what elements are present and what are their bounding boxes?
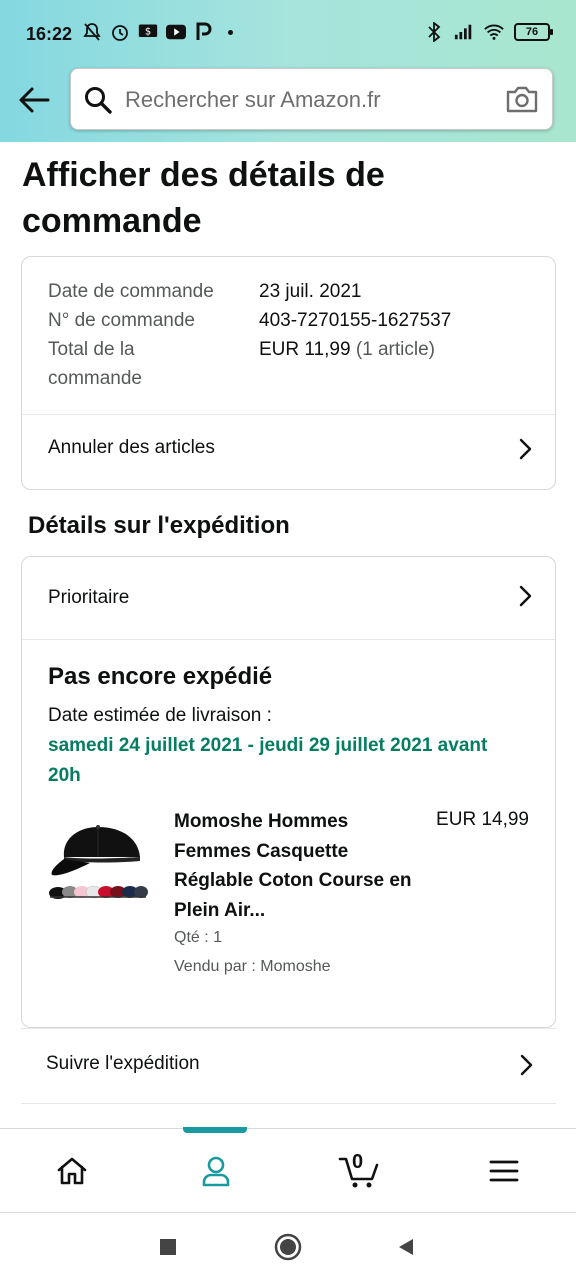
square-icon bbox=[160, 1239, 176, 1255]
mute-bell-icon bbox=[82, 22, 102, 42]
order-total-label: Total de la commande bbox=[48, 339, 142, 389]
chevron-right-icon bbox=[519, 438, 532, 460]
search-bar[interactable] bbox=[70, 68, 553, 130]
order-date-value: 23 juil. 2021 bbox=[259, 281, 362, 302]
money-message-icon: $ bbox=[138, 22, 158, 42]
svg-text:$: $ bbox=[145, 27, 151, 38]
bluetooth-icon bbox=[424, 22, 444, 42]
signal-icon bbox=[454, 22, 474, 42]
hamburger-menu-icon bbox=[489, 1160, 519, 1182]
estimated-delivery-label: Date estimée de livraison : bbox=[48, 705, 272, 726]
product-seller: Vendu par : Momoshe bbox=[174, 958, 331, 975]
youtube-icon bbox=[166, 22, 186, 42]
status-notification-icons: $ bbox=[82, 22, 233, 42]
product-title-link[interactable]: Momoshe Hommes Femmes Casquette Réglable… bbox=[174, 807, 414, 925]
triangle-back-icon bbox=[399, 1239, 413, 1255]
cancel-items-label: Annuler des articles bbox=[48, 437, 215, 458]
nav-cart[interactable]: 0 bbox=[288, 1129, 432, 1213]
status-bar: 16:22 $ 76 bbox=[0, 0, 576, 66]
divider bbox=[22, 639, 555, 640]
shipment-status: Pas encore expédié bbox=[48, 663, 273, 690]
app-header: 16:22 $ 76 Rechercher sur Amazon.fr bbox=[0, 0, 576, 142]
order-summary-card: Date de commande 23 juil. 2021 N° de com… bbox=[21, 256, 556, 490]
back-button[interactable] bbox=[14, 80, 54, 120]
order-number-label: N° de commande bbox=[48, 310, 195, 331]
chevron-right-icon bbox=[519, 585, 532, 607]
shipping-speed-label: Prioritaire bbox=[48, 587, 130, 608]
home-system-button[interactable] bbox=[272, 1231, 304, 1263]
home-icon bbox=[57, 1157, 87, 1185]
page-title: Afficher des détails de commande bbox=[22, 156, 385, 240]
order-total-amount: EUR 11,99 bbox=[259, 339, 351, 360]
chevron-right-icon bbox=[520, 1054, 533, 1076]
order-number-value: 403-7270155-1627537 bbox=[259, 310, 452, 331]
order-total-value: EUR 11,99 (1 article) bbox=[259, 335, 435, 364]
circle-icon bbox=[274, 1233, 302, 1261]
back-system-button[interactable] bbox=[390, 1231, 422, 1263]
bottom-navigation: 0 bbox=[0, 1127, 576, 1213]
arrow-left-icon bbox=[19, 87, 50, 113]
parking-app-icon bbox=[194, 22, 214, 42]
order-item-count: (1 article) bbox=[355, 339, 435, 360]
track-shipment-row[interactable]: Suivre l'expédition bbox=[21, 1028, 556, 1104]
order-date-label: Date de commande bbox=[48, 281, 214, 302]
status-time: 16:22 bbox=[26, 24, 73, 44]
more-notifications-dot bbox=[228, 29, 233, 35]
cap-icon bbox=[49, 825, 148, 899]
nav-menu[interactable] bbox=[432, 1129, 576, 1213]
shipment-section-title: Détails sur l'expédition bbox=[28, 512, 290, 539]
cart-count-badge: 0 bbox=[352, 1151, 364, 1173]
estimated-delivery-date: samedi 24 juillet 2021 - jeudi 29 juille… bbox=[48, 735, 488, 786]
product-price: EUR 14,99 bbox=[436, 809, 529, 830]
track-shipment-label: Suivre l'expédition bbox=[46, 1053, 200, 1074]
shipping-speed-row[interactable]: Prioritaire bbox=[22, 557, 555, 639]
nav-account[interactable] bbox=[144, 1129, 288, 1213]
user-icon bbox=[202, 1156, 230, 1187]
camera-icon[interactable] bbox=[504, 83, 540, 115]
alarm-icon bbox=[110, 22, 130, 42]
search-icon bbox=[85, 87, 112, 114]
product-image[interactable] bbox=[48, 813, 148, 909]
status-system-icons: 76 bbox=[424, 22, 553, 42]
product-quantity: Qté : 1 bbox=[174, 929, 223, 946]
wifi-icon bbox=[484, 22, 504, 42]
shipment-card: Prioritaire Pas encore expédié Date esti… bbox=[21, 556, 556, 1028]
search-input[interactable] bbox=[125, 81, 495, 119]
battery-icon: 76 bbox=[514, 23, 553, 41]
cancel-items-row[interactable]: Annuler des articles bbox=[22, 415, 555, 489]
system-navigation-bar bbox=[0, 1212, 576, 1280]
nav-home[interactable] bbox=[0, 1129, 144, 1213]
recents-button[interactable] bbox=[152, 1231, 184, 1263]
